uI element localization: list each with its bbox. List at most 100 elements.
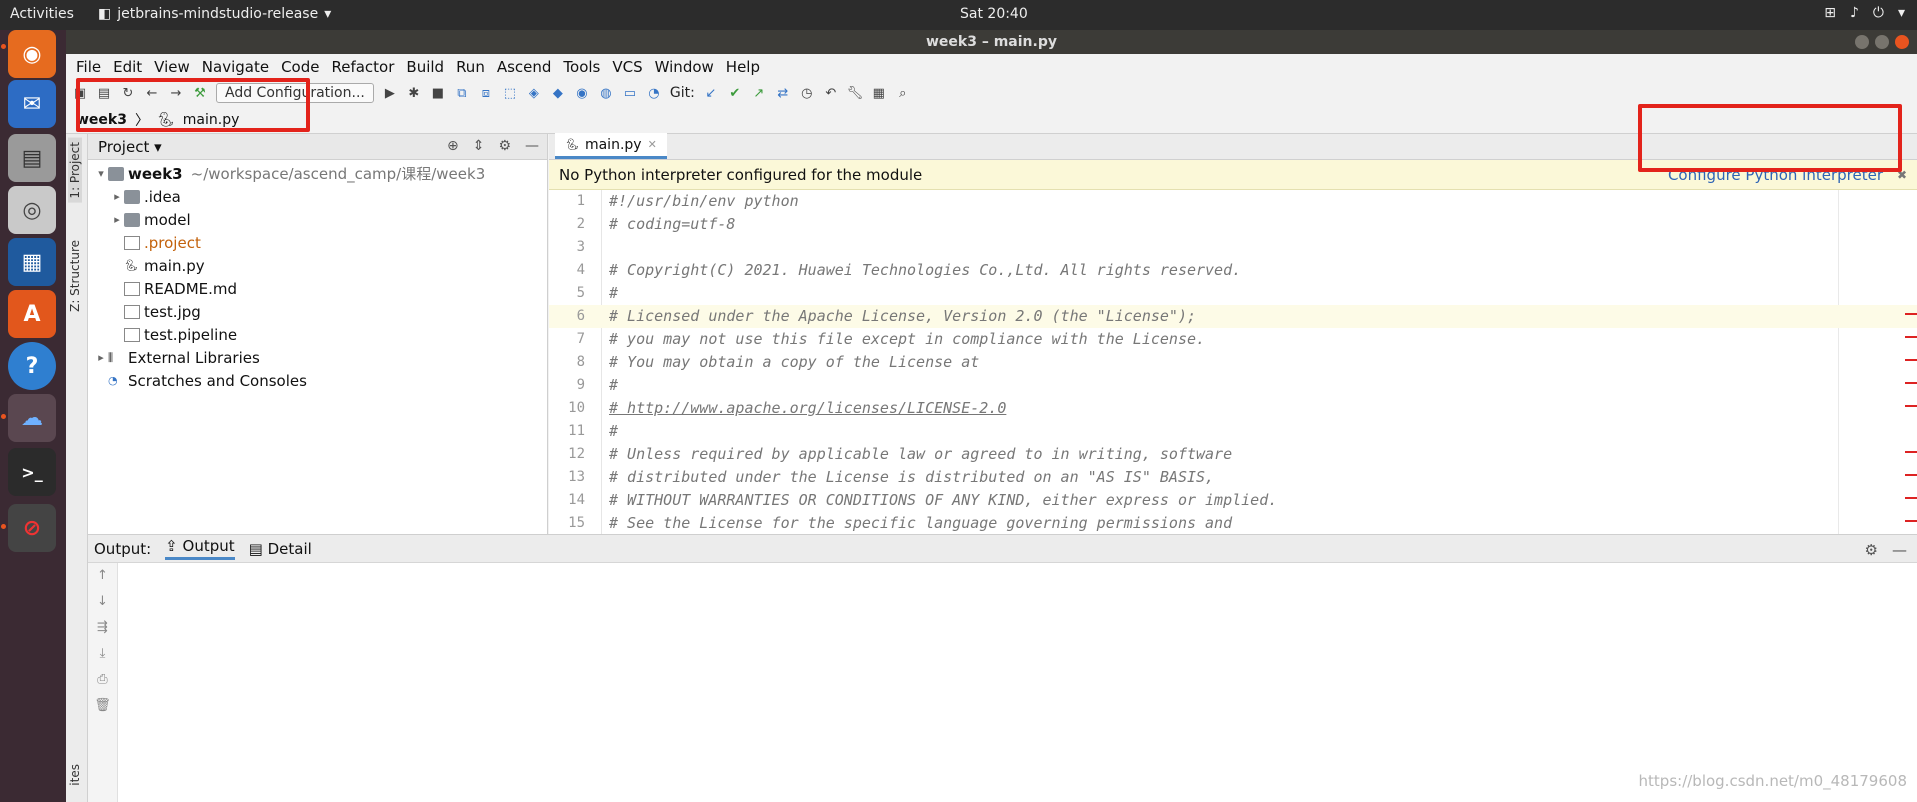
menu-help[interactable]: Help [720, 58, 766, 76]
code-line[interactable]: 3 [549, 236, 1917, 259]
menu-file[interactable]: File [70, 58, 107, 76]
tree-item-readme[interactable]: README.md [88, 277, 547, 300]
tree-item-idea[interactable]: ▸ .idea [88, 185, 547, 208]
mindstudio-icon[interactable]: ☁ [8, 394, 56, 442]
ascend-tool-1-icon[interactable]: ⧉ [454, 85, 470, 101]
menu-run[interactable]: Run [450, 58, 491, 76]
menu-vcs[interactable]: VCS [606, 58, 648, 76]
code-line[interactable]: 1 #!/usr/bin/env python [549, 190, 1917, 213]
git-compare-icon[interactable]: ⇄ [775, 85, 791, 101]
code-line[interactable]: 8 # You may obtain a copy of the License … [549, 351, 1917, 374]
error-marker[interactable] [1905, 497, 1917, 499]
thunderbird-icon[interactable]: ✉ [8, 80, 56, 128]
ascend-tool-9-icon[interactable]: ◔ [646, 85, 662, 101]
hide-icon[interactable]: — [1892, 541, 1907, 559]
error-marker[interactable] [1905, 359, 1917, 361]
tree-item-scratches[interactable]: ◔ Scratches and Consoles [88, 369, 547, 392]
system-tray[interactable]: ⊞ ♪ ⏻ ▾ [1824, 5, 1905, 21]
terminal-icon[interactable]: >_ [8, 448, 56, 496]
blocked-app-icon[interactable]: ⊘ [8, 504, 56, 552]
code-line[interactable]: 13 # distributed under the License is dis… [549, 466, 1917, 489]
rhythmbox-icon[interactable]: ◎ [8, 186, 56, 234]
menu-build[interactable]: Build [400, 58, 450, 76]
scroll-down-icon[interactable]: ↓ [88, 589, 117, 615]
activities-button[interactable]: Activities [10, 6, 74, 22]
minimize-button[interactable] [1855, 35, 1869, 49]
hide-icon[interactable]: — [525, 138, 539, 154]
maximize-button[interactable] [1875, 35, 1889, 49]
code-line[interactable]: 10 # http://www.apache.org/licenses/LICEN… [549, 397, 1917, 420]
error-marker[interactable] [1905, 520, 1917, 522]
clock[interactable]: Sat 20:40 [960, 6, 1028, 22]
gear-icon[interactable]: ⚙ [1865, 541, 1878, 559]
tree-item-test-pipeline[interactable]: test.pipeline [88, 323, 547, 346]
settings-wrench-icon[interactable]: 🔧︎ [847, 85, 864, 101]
app-menu[interactable]: ◧ jetbrains-mindstudio-release ▾ [98, 6, 331, 22]
code-line[interactable]: 5 # [549, 282, 1917, 305]
git-commit-icon[interactable]: ✔ [727, 85, 743, 101]
code-line[interactable]: 15 # See the License for the specific lan… [549, 512, 1917, 534]
close-button[interactable] [1895, 35, 1909, 49]
collapse-all-icon[interactable]: ⇕ [473, 138, 485, 154]
git-rollback-icon[interactable]: ↶ [823, 85, 839, 101]
files-icon[interactable]: ▤ [8, 134, 56, 182]
soft-wrap-icon[interactable]: ⇶ [88, 615, 117, 641]
trash-icon[interactable]: 🗑︎ [88, 693, 117, 719]
menu-tools[interactable]: Tools [557, 58, 606, 76]
ascend-tool-2-icon[interactable]: ⧈ [478, 85, 494, 101]
error-marker[interactable] [1905, 313, 1917, 315]
tree-item-model[interactable]: ▸ model [88, 208, 547, 231]
menu-view[interactable]: View [148, 58, 196, 76]
menu-refactor[interactable]: Refactor [325, 58, 400, 76]
tab-favorites[interactable]: ites [68, 764, 82, 786]
tree-item-test-jpg[interactable]: test.jpg [88, 300, 547, 323]
code-line[interactable]: 14 # WITHOUT WARRANTIES OR CONDITIONS OF … [549, 489, 1917, 512]
menu-code[interactable]: Code [275, 58, 325, 76]
code-line[interactable]: 7 # you may not use this file except in c… [549, 328, 1917, 351]
menu-navigate[interactable]: Navigate [196, 58, 275, 76]
ascend-tool-7-icon[interactable]: ◍ [598, 85, 614, 101]
stop-icon[interactable]: ■ [430, 85, 446, 101]
tab-output[interactable]: ⇪ Output [165, 537, 235, 560]
code-area[interactable]: 1 #!/usr/bin/env python 2 # coding=utf-8 3 4 #… [549, 190, 1917, 534]
ascend-tool-8-icon[interactable]: ▭ [622, 85, 638, 101]
locate-icon[interactable]: ⊕ [447, 138, 459, 154]
tab-project[interactable]: 1: Project [68, 138, 82, 203]
tab-structure[interactable]: Z: Structure [68, 240, 82, 312]
tree-root[interactable]: ▾ week3 ~/workspace/ascend_camp/课程/week3 [88, 162, 547, 185]
project-view-selector[interactable]: Project ▾ [98, 138, 162, 156]
error-marker[interactable] [1905, 405, 1917, 407]
code-line[interactable]: 11 # [549, 420, 1917, 443]
menu-edit[interactable]: Edit [107, 58, 148, 76]
scroll-up-icon[interactable]: ↑ [88, 563, 117, 589]
ascend-tool-4-icon[interactable]: ◈ [526, 85, 542, 101]
code-line[interactable]: 12 # Unless required by applicable law or… [549, 443, 1917, 466]
code-line[interactable]: 9 # [549, 374, 1917, 397]
ascend-tool-5-icon[interactable]: ◆ [550, 85, 566, 101]
tree-item-project-file[interactable]: .project [88, 231, 547, 254]
error-marker[interactable] [1905, 474, 1917, 476]
git-push-icon[interactable]: ↗ [751, 85, 767, 101]
ascend-tool-6-icon[interactable]: ◉ [574, 85, 590, 101]
ascend-tool-3-icon[interactable]: ⬚ [502, 85, 518, 101]
project-structure-icon[interactable]: ▦ [871, 85, 887, 101]
error-marker[interactable] [1905, 451, 1917, 453]
code-line[interactable]: 2 # coding=utf-8 [549, 213, 1917, 236]
scroll-to-end-icon[interactable]: ⤓ [88, 641, 117, 667]
tree-item-external-libraries[interactable]: ▸ ⫼ External Libraries [88, 346, 547, 369]
close-tab-icon[interactable]: ✕ [648, 138, 657, 151]
error-marker[interactable] [1905, 382, 1917, 384]
debug-icon[interactable]: ✱ [406, 85, 422, 101]
tree-item-main-py[interactable]: 🐍︎ main.py [88, 254, 547, 277]
error-marker[interactable] [1905, 336, 1917, 338]
print-icon[interactable]: ⎙ [88, 667, 117, 693]
code-line[interactable]: 4 # Copyright(C) 2021. Huawei Technologie… [549, 259, 1917, 282]
tab-detail[interactable]: ▤ Detail [249, 540, 312, 558]
firefox-icon[interactable]: ◉ [8, 30, 56, 78]
menu-ascend[interactable]: Ascend [491, 58, 558, 76]
gear-icon[interactable]: ⚙ [498, 138, 511, 154]
run-icon[interactable]: ▶ [382, 85, 398, 101]
menu-window[interactable]: Window [649, 58, 720, 76]
help-icon[interactable]: ? [8, 342, 56, 390]
code-line[interactable]: 6 # Licensed under the Apache License, Ve… [549, 305, 1917, 328]
